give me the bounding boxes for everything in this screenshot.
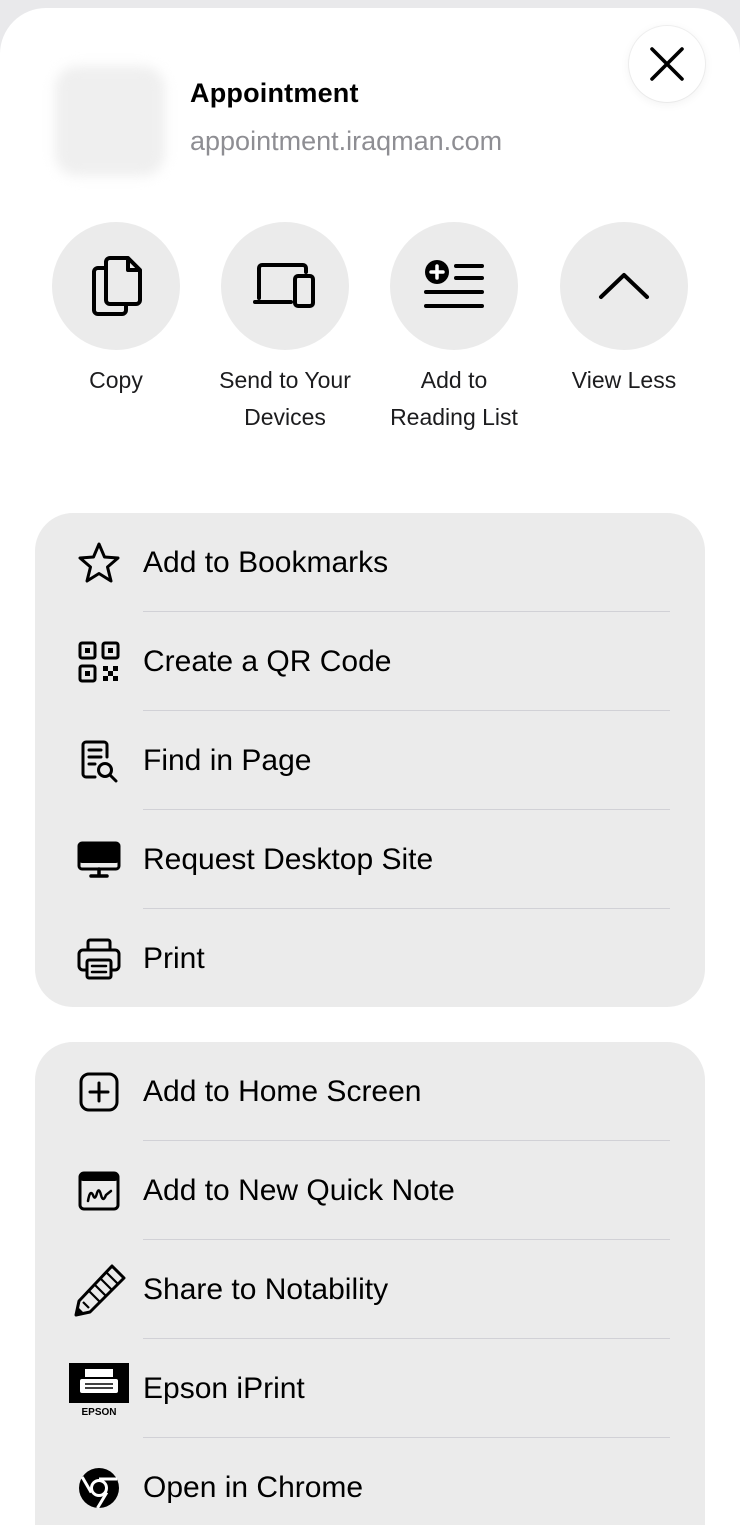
pencil-icon (71, 1261, 129, 1319)
add-to-reading-list-button[interactable]: Add to Reading List (369, 222, 539, 436)
view-less-button[interactable]: View Less (539, 222, 709, 399)
view-less-label: View Less (571, 367, 677, 393)
chrome-icon (75, 1464, 123, 1512)
send-to-devices-label: Send to Your Devices (219, 367, 351, 430)
menu-group-primary: Add to Bookmarks Create a QR Code Find i… (35, 513, 705, 1007)
add-to-home-screen-label: Add to Home Screen (143, 1074, 422, 1108)
share-sheet: Appointment appointment.iraqman.com Copy (0, 8, 740, 1525)
printer-icon (75, 935, 123, 983)
add-to-quick-note-label: Add to New Quick Note (143, 1173, 455, 1207)
copy-icon (88, 254, 144, 318)
star-icon (75, 539, 123, 587)
add-to-quick-note-item[interactable]: Add to New Quick Note (35, 1141, 705, 1240)
chevron-up-icon (598, 271, 650, 301)
epson-logo-icon: EPSON (68, 1360, 130, 1418)
find-in-page-icon (75, 737, 123, 785)
add-to-home-screen-item[interactable]: Add to Home Screen (35, 1042, 705, 1141)
desktop-icon (75, 836, 123, 884)
reading-list-icon (422, 258, 486, 314)
add-to-reading-list-label: Add to Reading List (390, 367, 518, 430)
epson-logo-text: EPSON (81, 1407, 116, 1417)
copy-button[interactable]: Copy (31, 222, 201, 399)
request-desktop-site-item[interactable]: Request Desktop Site (35, 810, 705, 909)
action-row: Copy Send to Your Devices Add to Reading… (0, 222, 740, 482)
open-in-chrome-label: Open in Chrome (143, 1470, 364, 1504)
find-in-page-item[interactable]: Find in Page (35, 711, 705, 810)
page-url: appointment.iraqman.com (190, 126, 503, 156)
devices-icon (253, 262, 317, 310)
add-to-bookmarks-label: Add to Bookmarks (143, 545, 389, 579)
open-in-chrome-item[interactable]: Open in Chrome (35, 1438, 705, 1525)
close-button[interactable] (629, 26, 705, 102)
share-to-notability-label: Share to Notability (143, 1272, 389, 1306)
copy-label: Copy (89, 367, 143, 393)
create-qr-code-label: Create a QR Code (143, 644, 392, 678)
menu-group-extensions: Add to Home Screen Add to New Quick Note (35, 1042, 705, 1525)
share-to-notability-item[interactable]: Share to Notability (35, 1240, 705, 1339)
create-qr-code-item[interactable]: Create a QR Code (35, 612, 705, 711)
print-label: Print (143, 941, 205, 975)
add-square-icon (75, 1068, 123, 1116)
close-icon (647, 44, 687, 84)
epson-iprint-label: Epson iPrint (143, 1371, 305, 1405)
print-item[interactable]: Print (35, 909, 705, 1008)
request-desktop-site-label: Request Desktop Site (143, 842, 434, 876)
add-to-bookmarks-item[interactable]: Add to Bookmarks (35, 513, 705, 612)
epson-iprint-item[interactable]: EPSON Epson iPrint (35, 1339, 705, 1438)
qr-code-icon (75, 638, 123, 686)
find-in-page-label: Find in Page (143, 743, 312, 777)
send-to-devices-button[interactable]: Send to Your Devices (200, 222, 370, 436)
page-title: Appointment (190, 78, 359, 108)
page-thumbnail (55, 66, 165, 176)
quick-note-icon (75, 1167, 123, 1215)
